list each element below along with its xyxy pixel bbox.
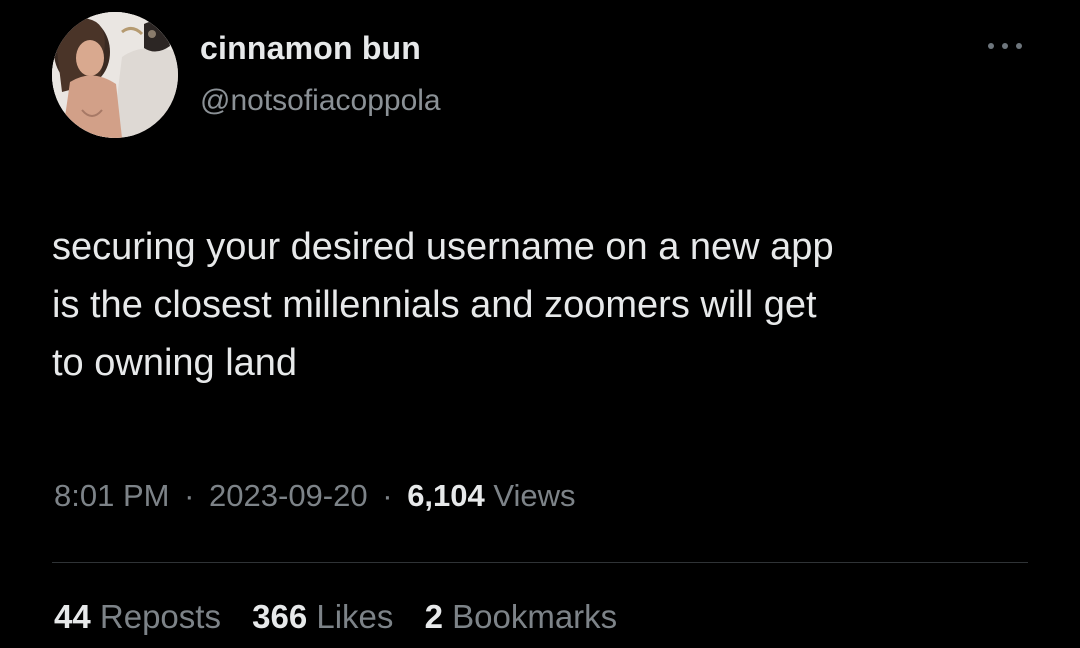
more-dot [1016, 43, 1022, 49]
tweet-card: cinnamon bun @notsofiacoppola securing y… [0, 0, 1080, 648]
tweet-time[interactable]: 8:01 PM [54, 478, 169, 513]
meta-separator: · [184, 478, 195, 513]
bookmarks-count: 2 [424, 598, 443, 635]
tweet-date[interactable]: 2023-09-20 [209, 478, 368, 513]
engagement-stats: 44 Reposts 366 Likes 2 Bookmarks [54, 598, 639, 636]
divider [52, 562, 1028, 563]
reposts-label: Reposts [99, 598, 221, 635]
likes-label: Likes [316, 598, 394, 635]
more-dot [1002, 43, 1008, 49]
avatar[interactable] [52, 12, 178, 138]
more-dot [988, 43, 994, 49]
views-label: Views [493, 478, 576, 513]
reposts-link[interactable]: 44 Reposts [54, 598, 221, 635]
user-handle[interactable]: @notsofiacoppola [200, 84, 441, 118]
more-options-icon[interactable] [980, 30, 1030, 60]
avatar-image [52, 12, 178, 138]
tweet-meta: 8:01 PM · 2023-09-20 · 6,104 Views [54, 478, 576, 514]
bookmarks-label: Bookmarks [452, 598, 618, 635]
meta-separator: · [382, 478, 393, 513]
display-name[interactable]: cinnamon bun [200, 30, 421, 67]
bookmarks-link[interactable]: 2 Bookmarks [425, 598, 618, 635]
tweet-text: securing your desired username on a new … [52, 226, 834, 384]
likes-count: 366 [252, 598, 308, 635]
likes-link[interactable]: 366 Likes [252, 598, 393, 635]
views-count: 6,104 [407, 478, 485, 513]
reposts-count: 44 [54, 598, 91, 635]
